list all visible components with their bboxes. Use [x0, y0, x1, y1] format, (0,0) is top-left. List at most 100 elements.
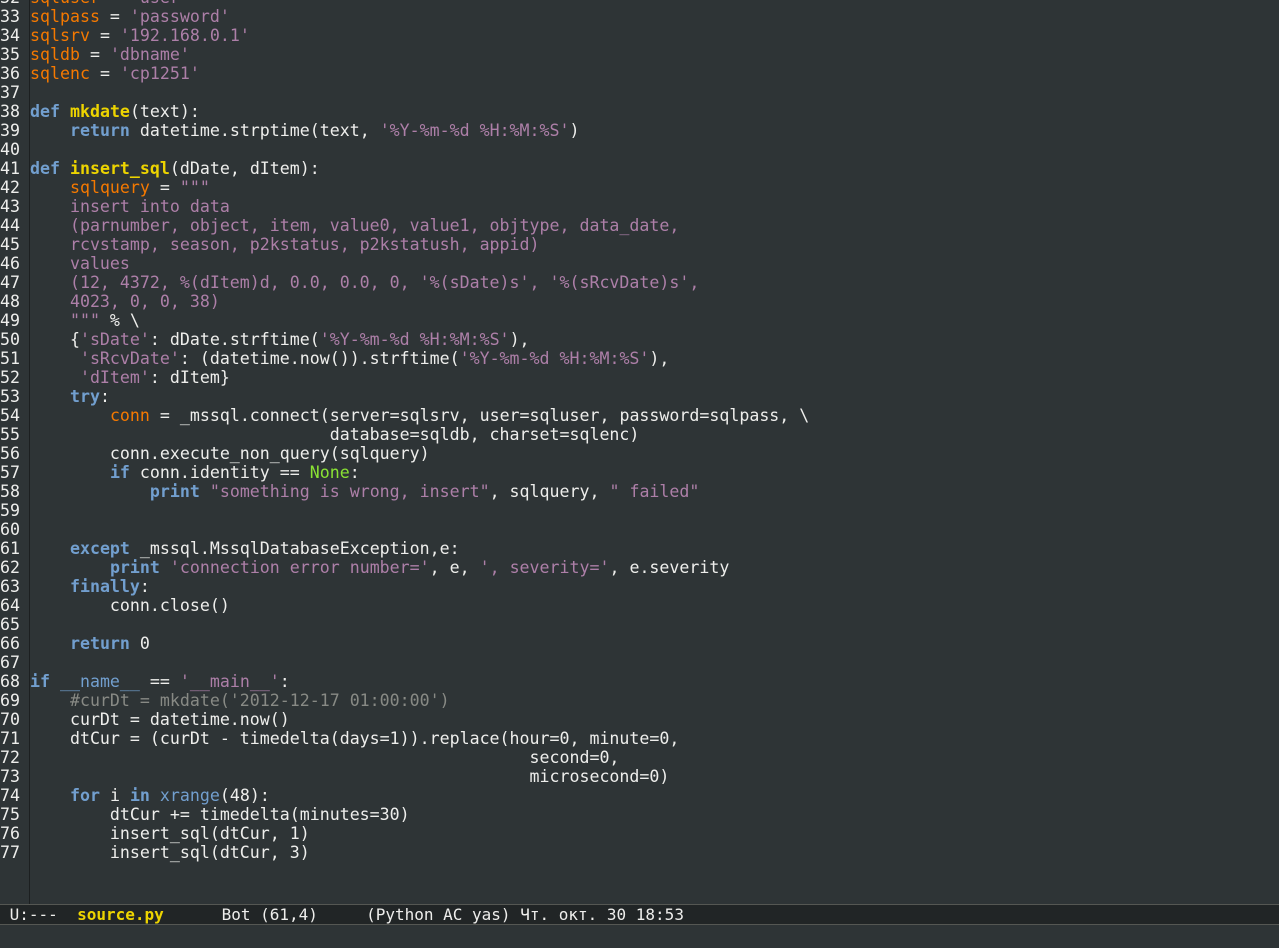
code-line[interactable]: 66 return 0 — [0, 634, 809, 653]
code-token: '%Y-%m-%d %H:%M:%S' — [379, 121, 570, 140]
line-number: 58 — [0, 482, 20, 501]
code-token: % \ — [99, 311, 140, 330]
line-number: 49 — [0, 311, 20, 330]
code-line[interactable]: 55 database=sqldb, charset=sqlenc) — [0, 425, 809, 444]
code-line[interactable]: 50 {'sDate': dDate.strftime('%Y-%m-%d %H… — [0, 330, 809, 349]
code-line[interactable]: 52 'dItem': dItem} — [0, 368, 809, 387]
code-line[interactable]: 68 if __name__ == '__main__': — [0, 672, 809, 691]
code-line[interactable]: 51 'sRcvDate': (datetime.now()).strftime… — [0, 349, 809, 368]
code-token: values — [30, 254, 130, 273]
code-line[interactable]: 45 rcvstamp, season, p2kstatus, p2kstatu… — [0, 235, 809, 254]
code-token: = — [100, 0, 130, 7]
code-token: if — [30, 672, 50, 691]
code-token: print — [149, 482, 200, 501]
code-token: " failed" — [609, 482, 700, 501]
cursor-position: Bot (61,4) — [163, 905, 367, 924]
line-number: 76 — [0, 824, 20, 843]
line-number: 56 — [0, 444, 20, 463]
line-number: 64 — [0, 596, 20, 615]
code-token: sqlenc — [30, 64, 90, 83]
code-line[interactable]: 70 curDt = datetime.now() — [0, 710, 809, 729]
code-token: : dItem} — [149, 368, 230, 387]
code-token: database=sqldb, charset=sqlenc) — [30, 425, 640, 444]
code-token: mkdate — [69, 102, 130, 121]
line-number: 45 — [0, 235, 20, 254]
code-line[interactable]: 67 — [0, 653, 809, 672]
code-line[interactable]: 75 dtCur += timedelta(minutes=30) — [0, 805, 809, 824]
code-line[interactable]: 32 sqluser = 'user' — [0, 0, 809, 7]
line-number: 75 — [0, 805, 20, 824]
code-line[interactable]: 47 (12, 4372, %(dItem)d, 0.0, 0.0, 0, '%… — [0, 273, 809, 292]
code-line[interactable]: 37 — [0, 83, 809, 102]
code-line[interactable]: 57 if conn.identity == None: — [0, 463, 809, 482]
code-line[interactable]: 56 conn.execute_non_query(sqlquery) — [0, 444, 809, 463]
code-line[interactable]: 49 """ % \ — [0, 311, 809, 330]
code-line[interactable]: 71 dtCur = (curDt - timedelta(days=1)).r… — [0, 729, 809, 748]
line-number: 73 — [0, 767, 20, 786]
code-line[interactable]: 34 sqlsrv = '192.168.0.1' — [0, 26, 809, 45]
code-token: 'cp1251' — [119, 64, 200, 83]
code-line[interactable]: 42 sqlquery = """ — [0, 178, 809, 197]
code-line[interactable]: 40 — [0, 140, 809, 159]
code-token: curDt = datetime.now() — [30, 710, 290, 729]
code-line[interactable]: 59 — [0, 501, 809, 520]
code-line[interactable]: 54 conn = _mssql.connect(server=sqlsrv, … — [0, 406, 809, 425]
code-line[interactable]: 74 for i in xrange(48): — [0, 786, 809, 805]
code-token: , sqlquery, — [489, 482, 610, 501]
line-number: 37 — [0, 83, 20, 102]
code-line[interactable]: 65 — [0, 615, 809, 634]
code-token: 'connection error number=' — [169, 558, 430, 577]
line-number: 72 — [0, 748, 20, 767]
code-token: = — [149, 178, 180, 197]
buffer-filename[interactable]: source.py — [77, 905, 164, 924]
code-line[interactable]: 73 microsecond=0) — [0, 767, 809, 786]
code-line[interactable]: 72 second=0, — [0, 748, 809, 767]
code-line[interactable]: 58 print "something is wrong, insert", s… — [0, 482, 809, 501]
code-token: __name__ — [59, 672, 140, 691]
code-line[interactable]: 41 def insert_sql(dDate, dItem): — [0, 159, 809, 178]
code-line[interactable]: 76 insert_sql(dtCur, 1) — [0, 824, 809, 843]
code-token: conn.execute_non_query(sqlquery) — [30, 444, 430, 463]
code-token: sqldb — [30, 45, 80, 64]
code-token: = — [89, 64, 120, 83]
minibuffer[interactable] — [0, 925, 1279, 948]
code-line[interactable]: 48 4023, 0, 0, 38) — [0, 292, 809, 311]
code-line[interactable]: 43 insert into data — [0, 197, 809, 216]
line-number: 70 — [0, 710, 20, 729]
line-number: 35 — [0, 45, 20, 64]
code-token: , e, — [429, 558, 480, 577]
major-mode-and-clock: (Python AC yas) Чт. окт. 30 18:53 — [366, 905, 684, 924]
code-area[interactable]: 32 sqluser = 'user' 33 sqlpass = 'password'… — [0, 0, 809, 862]
line-number: 46 — [0, 254, 20, 273]
code-line[interactable]: 53 try: — [0, 387, 809, 406]
code-line[interactable]: 69 #curDt = mkdate('2012-12-17 01:00:00'… — [0, 691, 809, 710]
editor-buffer[interactable]: 32 sqluser = 'user' 33 sqlpass = 'password'… — [0, 0, 1279, 904]
code-line[interactable]: 63 finally: — [0, 577, 809, 596]
code-line[interactable]: 64 conn.close() — [0, 596, 809, 615]
code-line[interactable]: 39 return datetime.strptime(text, '%Y-%m… — [0, 121, 809, 140]
code-token: sqluser — [30, 0, 100, 7]
line-number: 59 — [0, 501, 20, 520]
code-line[interactable]: 44 (parnumber, object, item, value0, val… — [0, 216, 809, 235]
code-line[interactable]: 38 def mkdate(text): — [0, 102, 809, 121]
code-line[interactable]: 46 values — [0, 254, 809, 273]
code-line[interactable]: 62 print 'connection error number=', e, … — [0, 558, 809, 577]
code-token: in — [129, 786, 150, 805]
code-line[interactable]: 60 — [0, 520, 809, 539]
line-number: 53 — [0, 387, 20, 406]
code-token: 'user' — [130, 0, 190, 7]
code-line[interactable]: 61 except _mssql.MssqlDatabaseException,… — [0, 539, 809, 558]
line-number: 63 — [0, 577, 20, 596]
code-token: : dDate.strftime( — [149, 330, 320, 349]
code-token: microsecond=0) — [30, 767, 670, 786]
code-line[interactable]: 77 insert_sql(dtCur, 3) — [0, 843, 809, 862]
code-token: : — [139, 577, 150, 596]
code-line[interactable]: 35 sqldb = 'dbname' — [0, 45, 809, 64]
code-token: 'password' — [129, 7, 230, 26]
code-line[interactable]: 33 sqlpass = 'password' — [0, 7, 809, 26]
code-line[interactable]: 36 sqlenc = 'cp1251' — [0, 64, 809, 83]
